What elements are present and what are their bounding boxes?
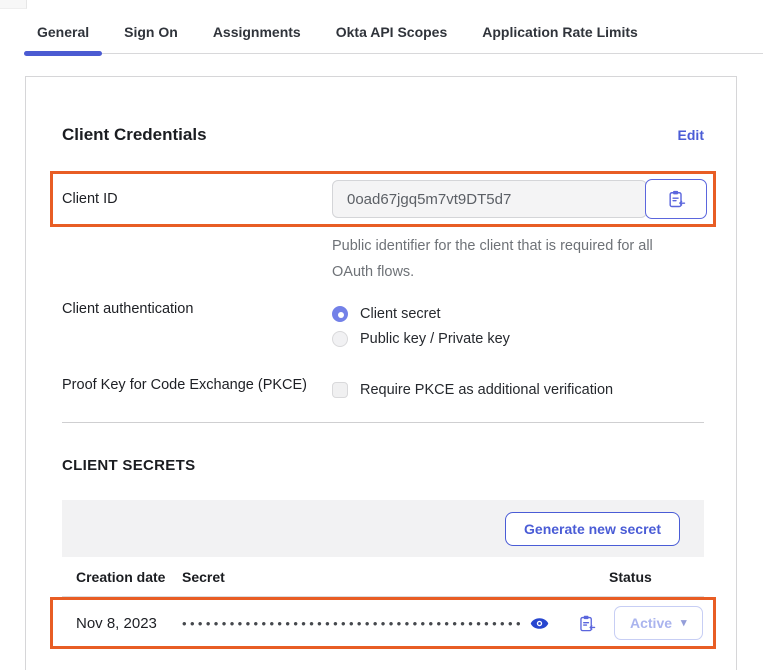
copy-secret-button[interactable] [577,614,596,633]
clipboard-copy-icon [666,189,686,209]
reveal-secret-button[interactable] [530,614,549,633]
status-badge: Active [630,615,672,631]
status-cell: Active ▾ [612,606,707,640]
header-creation-date: Creation date [62,569,182,585]
radio-client-secret-label: Client secret [360,306,441,322]
tab-assignments[interactable]: Assignments [200,10,314,53]
radio-public-private-key[interactable]: Public key / Private key [332,326,510,351]
secrets-table-header: Creation date Secret Status [62,557,704,597]
masked-secret-value: ••••••••••••••••••••••••••••••••••••••••… [182,616,524,631]
client-authentication-options: Client secret Public key / Private key [332,301,510,351]
radio-client-secret[interactable]: Client secret [332,301,510,326]
client-id-group: 0oad67jgq5m7vt9DT5d7 [332,179,707,219]
edit-button[interactable]: Edit [678,127,704,143]
status-dropdown-button[interactable]: Active ▾ [614,606,703,640]
section-divider [62,422,704,423]
eye-icon [530,614,549,633]
pkce-checkbox-option[interactable]: Require PKCE as additional verification [332,377,613,402]
general-settings-card: Client Credentials Edit Client ID 0oad67… [25,76,737,670]
client-id-label: Client ID [62,191,332,207]
secret-creation-date: Nov 8, 2023 [62,615,182,632]
radio-public-private-key-label: Public key / Private key [360,331,510,347]
client-secrets-title: CLIENT SECRETS [62,457,704,474]
radio-selected-icon[interactable] [332,306,348,322]
client-id-help-text: Public identifier for the client that is… [332,233,712,285]
client-authentication-row: Client authentication Client secret Publ… [62,301,704,351]
header-status: Status [609,569,704,585]
client-credentials-header: Client Credentials Edit [62,125,704,145]
client-authentication-label: Client authentication [62,301,332,317]
app-tab-bar: General Sign On Assignments Okta API Sco… [24,10,763,54]
table-row: Nov 8, 2023 ••••••••••••••••••••••••••••… [62,600,707,646]
client-id-highlight-box: Client ID 0oad67jgq5m7vt9DT5d7 [50,171,716,227]
radio-unselected-icon[interactable] [332,331,348,347]
client-credentials-title: Client Credentials [62,125,207,145]
clipboard-copy-icon [577,614,596,633]
chevron-down-icon: ▾ [681,618,687,629]
tab-sign-on[interactable]: Sign On [111,10,191,53]
pkce-row: Proof Key for Code Exchange (PKCE) Requi… [62,377,704,402]
client-secrets-toolbar: Generate new secret [62,500,704,557]
checkbox-unchecked-icon[interactable] [332,382,348,398]
tab-general[interactable]: General [24,10,102,53]
secret-row-highlight-box: Nov 8, 2023 ••••••••••••••••••••••••••••… [50,597,716,649]
secret-cell: ••••••••••••••••••••••••••••••••••••••••… [182,614,612,633]
copy-client-id-button[interactable] [645,179,707,219]
generate-new-secret-button[interactable]: Generate new secret [505,512,680,546]
tab-okta-api-scopes[interactable]: Okta API Scopes [323,10,461,53]
client-id-value-field[interactable]: 0oad67jgq5m7vt9DT5d7 [332,180,647,218]
screen-edge-artifact [0,0,27,9]
pkce-checkbox-label: Require PKCE as additional verification [360,382,613,398]
tab-application-rate-limits[interactable]: Application Rate Limits [469,10,651,53]
header-secret: Secret [182,569,609,585]
pkce-label: Proof Key for Code Exchange (PKCE) [62,377,332,393]
